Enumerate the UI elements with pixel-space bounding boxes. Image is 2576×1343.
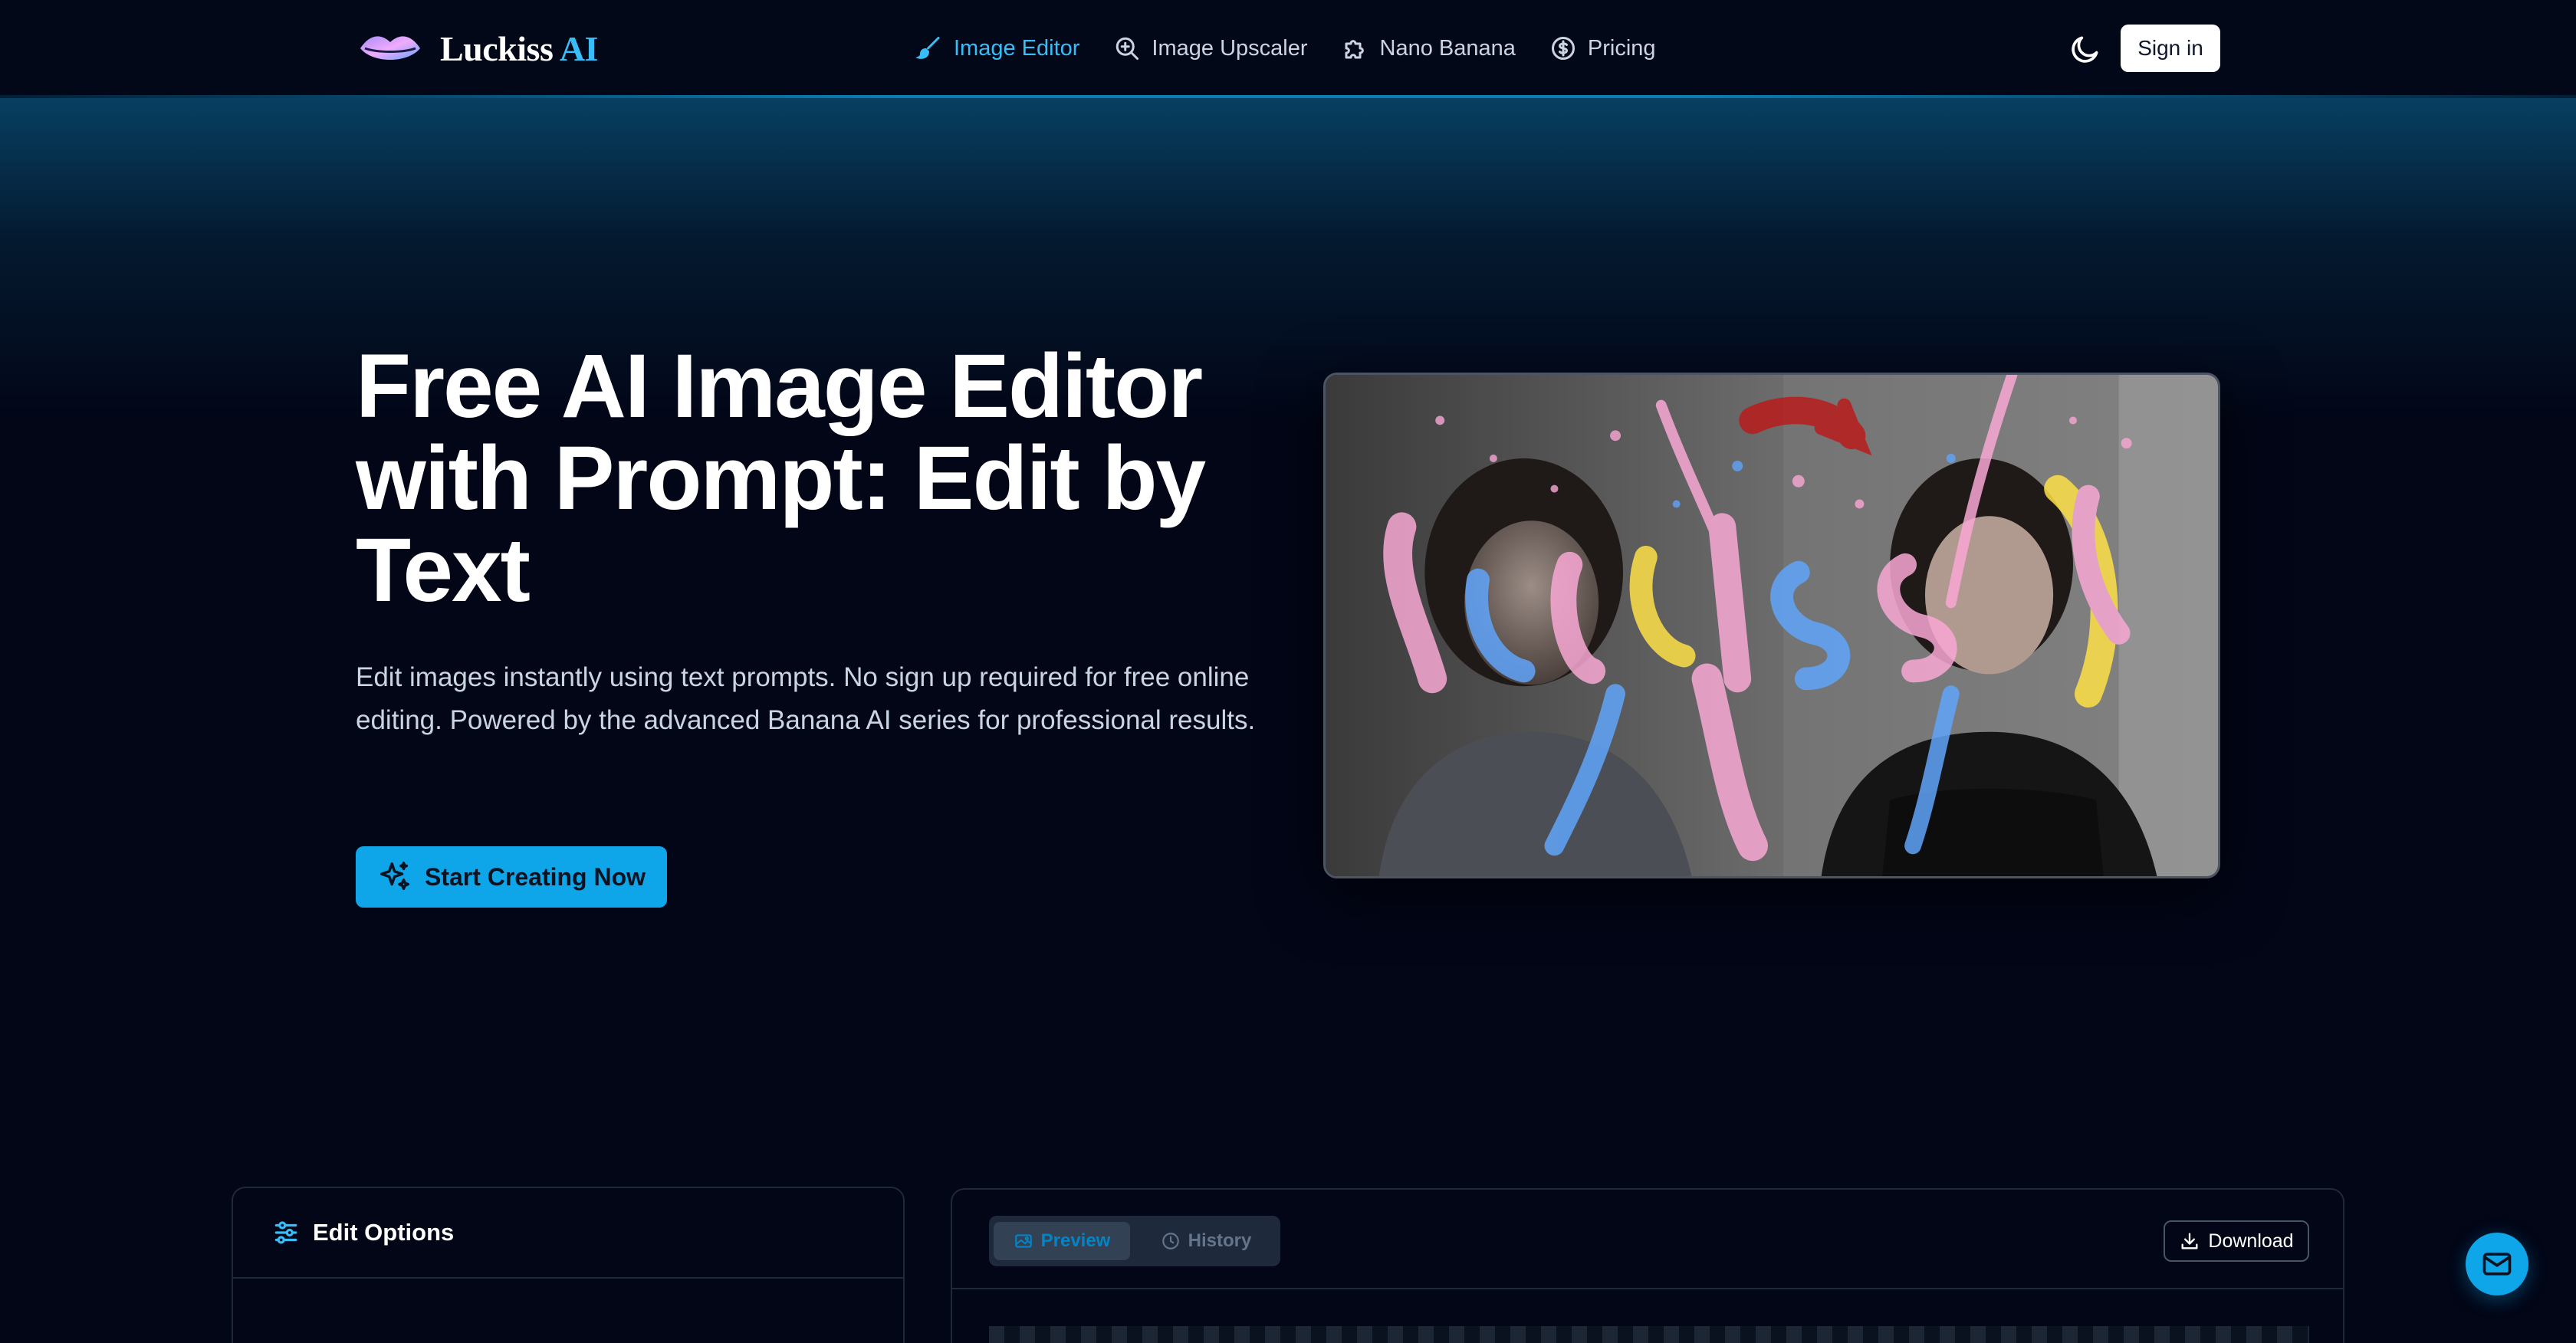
- brand-name: Luckiss AI: [440, 28, 598, 68]
- puzzle-icon: [1345, 40, 1364, 59]
- clock-icon: [1162, 1233, 1179, 1249]
- download-icon: [2181, 1233, 2198, 1249]
- brand-logo[interactable]: Luckiss AI: [357, 23, 598, 74]
- brush-icon: [915, 37, 940, 59]
- preview-panel: Preview History Download: [951, 1188, 2344, 1343]
- tab-history[interactable]: History: [1138, 1222, 1274, 1260]
- zoom-in-icon: [1116, 37, 1139, 60]
- transparent-canvas-preview: [989, 1326, 2309, 1343]
- image-icon: [1014, 1234, 1032, 1248]
- nav-item-pricing[interactable]: Pricing: [1549, 34, 1656, 62]
- mail-icon: [2482, 1253, 2512, 1276]
- preview-panel-header: Preview History Download: [952, 1190, 2343, 1289]
- hero-example-illustration: [1326, 375, 2218, 876]
- hero-description: Edit images instantly using text prompts…: [356, 662, 1256, 735]
- preview-tabs: Preview History: [989, 1216, 1280, 1266]
- contact-fab-button[interactable]: [2466, 1233, 2528, 1295]
- main-nav: Image Editor Image Upscaler Nano Banana …: [915, 23, 1690, 74]
- hero-title: Free AI Image Editor with Prompt: Edit b…: [356, 336, 1206, 621]
- tab-preview[interactable]: Preview: [994, 1222, 1130, 1260]
- hero-example-image: [1323, 373, 2220, 878]
- dollar-icon: [1551, 37, 1575, 60]
- start-creating-button[interactable]: Start Creating Now: [356, 846, 667, 908]
- sparkles-icon: [380, 862, 409, 891]
- edit-options-title: Edit Options: [313, 1219, 455, 1246]
- download-button[interactable]: Download: [2164, 1220, 2309, 1262]
- nav-item-image-upscaler[interactable]: Image Upscaler: [1113, 34, 1308, 62]
- sliders-icon: [274, 1221, 297, 1244]
- lips-logo-icon: [360, 36, 420, 60]
- nav-item-image-editor[interactable]: Image Editor: [915, 34, 1079, 62]
- edit-options-panel: Edit Options: [232, 1187, 905, 1343]
- moon-icon[interactable]: [2068, 32, 2102, 66]
- top-header: Luckiss AI Image Editor Image Upscaler N…: [0, 0, 2576, 97]
- sign-in-button[interactable]: Sign in: [2121, 25, 2220, 72]
- nav-item-nano-banana[interactable]: Nano Banana: [1342, 34, 1516, 62]
- edit-options-header: Edit Options: [233, 1188, 903, 1279]
